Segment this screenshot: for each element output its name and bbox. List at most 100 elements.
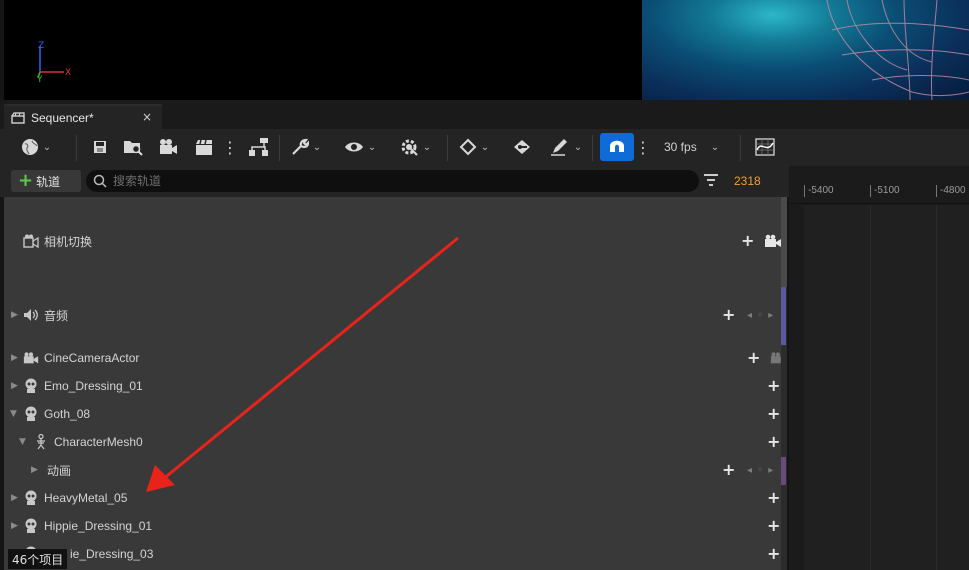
track-label: 音频 [44, 308, 69, 323]
snap-toggle-button[interactable] [600, 133, 634, 161]
more-icon: ⋮ [222, 137, 238, 157]
search-icon [93, 174, 107, 188]
close-icon[interactable]: × [142, 110, 152, 124]
track-search-row: + 轨道 2318 [0, 166, 789, 197]
keyframe-nav-icon[interactable]: ◂ ◦ ▸ [747, 465, 774, 476]
axis-gizmo-icon: Z X Y [36, 41, 71, 83]
scrollbar-thumb[interactable] [781, 197, 787, 287]
fps-value: 30 fps [664, 140, 697, 154]
track-row-actor[interactable]: ▶ Emo_Dressing_01 + [4, 372, 785, 400]
add-track-key-button[interactable]: + [747, 350, 760, 366]
add-track-button[interactable]: + 轨道 [11, 170, 81, 192]
eye-icon [344, 142, 363, 152]
browse-button[interactable] [122, 135, 144, 159]
track-row-actor[interactable]: ▶ CineCameraActor + [4, 344, 785, 372]
ruler-tick [804, 185, 805, 197]
skull-icon [23, 518, 39, 534]
add-track-key-button[interactable]: + [722, 307, 735, 323]
outliner-scrollbar[interactable] [781, 197, 787, 570]
add-track-label: 轨道 [36, 174, 61, 189]
tab-sequencer[interactable]: Sequencer* × [4, 104, 162, 129]
pen-icon [550, 139, 567, 156]
add-track-key-button[interactable]: + [741, 233, 754, 249]
expand-arrow-icon[interactable]: ▶ [11, 493, 21, 503]
collapse-arrow-icon[interactable]: ▼ [10, 409, 20, 419]
timeline-panel[interactable]: -5400 -5100 -4800 [789, 166, 969, 570]
ruler-tick [936, 185, 937, 197]
plus-icon: + [18, 170, 34, 191]
render-camera-icon [160, 139, 177, 154]
expand-arrow-icon[interactable]: ▶ [11, 310, 21, 320]
tools-button[interactable]: ⌄ [288, 135, 324, 159]
expand-arrow-icon[interactable]: ▶ [11, 353, 21, 363]
track-row-audio[interactable]: ▶ 音频 + ◂ ◦ ▸ [4, 301, 785, 329]
track-label: ie_Dressing_03 [70, 547, 154, 561]
view-options-button[interactable]: ⌄ [342, 135, 378, 159]
save-button[interactable] [90, 135, 110, 159]
fps-dropdown[interactable]: 30 fps ⌄ [664, 135, 724, 159]
more-options-button[interactable]: ⋮ [222, 135, 238, 159]
tab-title: Sequencer* [31, 110, 94, 125]
gizmo-x-label: X [65, 68, 71, 78]
wireframe-mesh-icon [826, 0, 969, 100]
speaker-icon [23, 307, 39, 323]
ruler-tick-label: -5400 [808, 185, 834, 196]
add-track-key-button[interactable]: + [767, 378, 780, 394]
track-label: 动画 [47, 463, 72, 478]
track-label: Hippie_Dressing_01 [44, 519, 153, 533]
track-row-actor[interactable]: ▶ HeavyMetal_05 + [4, 484, 785, 512]
timeline-tracks-area[interactable] [804, 205, 969, 570]
key-icon [514, 140, 530, 154]
track-label: HeavyMetal_05 [44, 491, 128, 505]
camera-icon[interactable] [764, 234, 782, 248]
cinecamera-icon [23, 350, 39, 366]
clapper-button[interactable] [193, 135, 215, 159]
tab-bar: Sequencer* × [0, 100, 969, 129]
filter-icon[interactable] [704, 174, 718, 186]
keyframe-nav-icon[interactable]: ◂ ◦ ▸ [747, 310, 774, 321]
track-row-animation[interactable]: ▶ 动画 + ◂ ◦ ▸ [4, 456, 785, 484]
gear-icon [401, 139, 418, 156]
track-label: Emo_Dressing_01 [44, 379, 143, 393]
gizmo-y-label: Y [36, 75, 43, 83]
skeleton-icon [33, 434, 49, 450]
track-row-actor[interactable]: ▼ Goth_08 + [4, 400, 785, 428]
hierarchy-button[interactable] [247, 135, 271, 159]
render-camera-button[interactable] [157, 135, 179, 159]
playback-options-button[interactable]: ⌄ [396, 135, 434, 159]
track-label: 相机切换 [44, 234, 93, 249]
viewport-right[interactable] [642, 0, 969, 100]
search-field-container[interactable] [86, 170, 699, 192]
add-track-key-button[interactable]: + [767, 490, 780, 506]
add-track-key-button[interactable]: + [767, 546, 780, 562]
track-label: Goth_08 [44, 407, 91, 421]
snap-options-button[interactable]: ⋮ [635, 135, 651, 159]
world-button[interactable]: ⌄ [16, 135, 56, 159]
search-input[interactable] [113, 174, 673, 188]
sequencer-toolbar: ⌄ ⋮ ⌄ ⌄ ⌄ ⌄ ⌄ ⋮ 30 fps ⌄ [0, 129, 969, 166]
ruler-tick [870, 185, 871, 197]
add-track-key-button[interactable]: + [767, 434, 780, 450]
track-row-actor[interactable]: ▶ Hippie_Dressing_01 + [4, 512, 785, 540]
clapper-icon [11, 111, 25, 124]
key-button[interactable] [512, 135, 532, 159]
viewport-left[interactable]: Z X Y [4, 0, 642, 100]
time-ruler[interactable]: -5400 -5100 -4800 [789, 180, 969, 204]
hierarchy-icon [249, 138, 268, 156]
expand-arrow-icon[interactable]: ▶ [11, 521, 21, 531]
add-track-key-button[interactable]: + [722, 462, 735, 478]
key-interp-button[interactable]: ⌄ [456, 135, 492, 159]
edit-mode-button[interactable]: ⌄ [547, 135, 585, 159]
expand-arrow-icon[interactable]: ▶ [31, 465, 41, 475]
expand-arrow-icon[interactable]: ▶ [11, 381, 21, 391]
ruler-tick-label: -5100 [874, 185, 900, 196]
track-row-component[interactable]: ▼ CharacterMesh0 + [4, 428, 785, 456]
current-frame-number[interactable]: 2318 [734, 174, 761, 188]
ruler-tick-label: -4800 [940, 185, 966, 196]
track-row-actor[interactable]: ▶ ie_Dressing_03 + [4, 540, 785, 568]
curve-editor-button[interactable] [754, 135, 776, 159]
collapse-arrow-icon[interactable]: ▼ [19, 437, 29, 447]
track-row-camera-cuts[interactable]: 相机切换 + [4, 227, 785, 255]
add-track-key-button[interactable]: + [767, 518, 780, 534]
add-track-key-button[interactable]: + [767, 406, 780, 422]
